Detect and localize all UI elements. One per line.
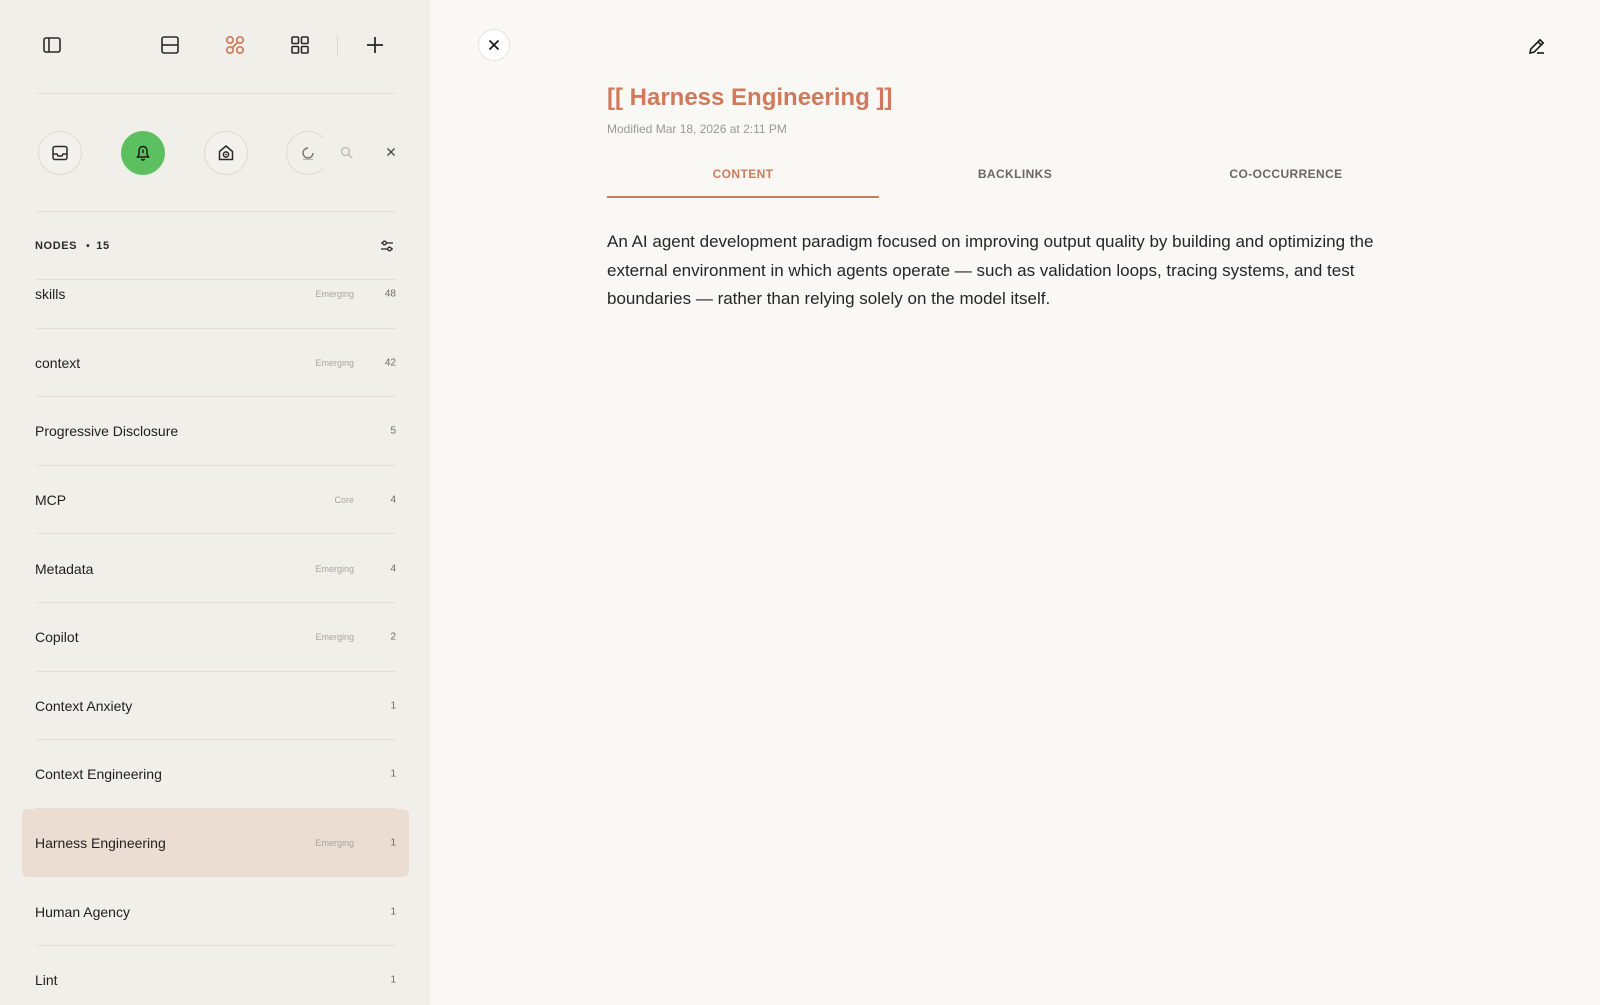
sidebar-toggle-button[interactable] [35,28,69,62]
node-name: Harness Engineering [35,835,166,852]
nodes-header: NODES • 15 [35,238,397,254]
list-item[interactable]: Human Agency 1 [22,877,409,946]
filter-row [38,131,400,175]
node-count: 1 [390,768,396,780]
toolbar-divider [337,36,338,56]
node-name: Lint [35,972,58,989]
pencil-icon [1528,38,1545,55]
split-view-icon [161,36,179,54]
graph-view-button[interactable] [218,28,252,62]
node-name: context [35,354,81,371]
tab-bar: CONTENT BACKLINKS CO-OCCURRENCE [607,150,1422,198]
node-count: 1 [390,700,396,712]
tab-backlinks[interactable]: BACKLINKS [879,150,1151,198]
sliders-icon [381,240,393,252]
status-badge: Emerging [315,838,354,849]
node-name: Context Anxiety [35,697,133,714]
node-content: An AI agent development paradigm focused… [607,232,1374,308]
node-count: 2 [390,631,396,643]
node-name: Human Agency [35,903,130,920]
filter-button[interactable] [377,236,397,256]
node-count: 4 [390,494,396,506]
grid-view-button[interactable] [283,28,317,62]
tab-co-occurrence[interactable]: CO-OCCURRENCE [1150,150,1422,198]
list-item[interactable]: Lint 1 [22,946,409,1005]
list-item[interactable]: Metadata Emerging 4 [22,534,409,603]
nodes-count: 15 [96,240,110,252]
node-count: 42 [384,357,396,369]
node-list: skills Emerging 48 context Emerging 42 Progres… [22,260,409,1005]
sidebar-toggle-icon [43,37,61,53]
node-count: 4 [390,563,396,575]
node-count: 1 [390,974,396,986]
node-name: Context Engineering [35,766,162,783]
sidebar: NODES • 15 skills Emerging 48 context Emergi… [0,0,430,1005]
close-icon[interactable] [386,147,396,157]
edit-button[interactable] [1524,33,1550,59]
sidebar-toolbar [35,28,397,64]
status-badge: Emerging [315,632,354,643]
nodes-label: NODES [35,240,78,252]
status-badge: Emerging [315,357,354,368]
modified-timestamp: Modified Mar 18, 2026 at 2:11 PM [607,122,787,136]
list-item[interactable]: Context Engineering 1 [22,740,409,809]
loading-icon [302,147,314,161]
plus-icon [367,37,383,53]
close-button[interactable] [478,29,510,61]
divider [35,211,397,212]
list-item[interactable]: Context Anxiety 1 [22,672,409,741]
status-badge: Core [334,495,354,506]
list-item[interactable]: Progressive Disclosure 5 [22,397,409,466]
notifications-filter-button[interactable] [121,131,165,175]
list-item[interactable]: MCP Core 4 [22,466,409,535]
list-item[interactable]: skills Emerging 48 [22,260,409,329]
tab-content[interactable]: CONTENT [607,150,879,198]
grid-icon [291,36,309,54]
status-badge: Emerging [315,563,354,574]
node-name: Progressive Disclosure [35,423,179,440]
node-count: 1 [390,837,396,849]
node-count: 1 [390,906,396,918]
robot-icon [218,145,234,161]
node-count: 5 [390,425,396,437]
inbox-icon [52,145,68,161]
node-name: skills [35,286,66,303]
split-view-button[interactable] [153,28,187,62]
list-item[interactable]: Harness Engineering Emerging 1 [22,808,409,878]
divider [35,93,397,94]
node-count: 48 [384,288,396,300]
node-name: Copilot [35,629,79,646]
bell-icon [136,145,150,161]
node-name: MCP [35,492,67,509]
status-badge: Emerging [315,289,354,300]
bullet-dot: • [86,240,91,252]
graph-icon [225,35,245,55]
search-icon [340,146,353,159]
inbox-filter-button[interactable] [38,131,82,175]
close-icon [488,39,500,51]
page-title: [[ Harness Engineering ]] [607,84,893,111]
add-node-button[interactable] [358,28,392,62]
list-item[interactable]: context Emerging 42 [22,329,409,398]
node-name: Metadata [35,560,94,577]
search-box[interactable] [286,131,400,175]
agent-filter-button[interactable] [204,131,248,175]
list-item[interactable]: Copilot Emerging 2 [22,603,409,672]
